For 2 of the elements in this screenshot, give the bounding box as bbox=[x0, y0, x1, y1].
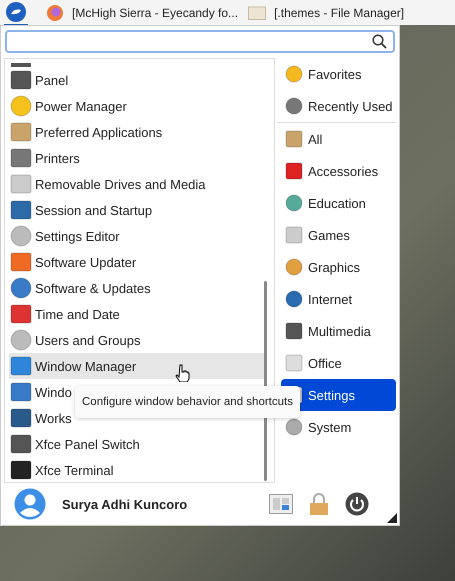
tooltip: Configure window behavior and shortcuts bbox=[75, 386, 300, 418]
user-name: Surya Adhi Kuncoro bbox=[62, 496, 188, 512]
